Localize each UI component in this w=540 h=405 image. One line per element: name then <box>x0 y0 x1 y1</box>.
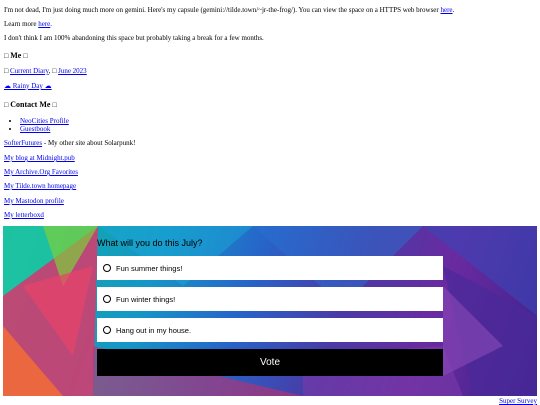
super-survey-link[interactable]: Super Survey <box>499 397 537 405</box>
link-row: My Tilde.town homepage <box>4 182 76 191</box>
survey-option-1[interactable]: Fun summer things! <box>97 256 443 280</box>
option-label: Fun summer things! <box>116 263 183 273</box>
survey-question: What will you do this July? <box>97 238 203 248</box>
rainy-day-paragraph: ☁ Rainy Day ☁ <box>4 82 52 91</box>
guestbook-link[interactable]: Guestbook <box>20 125 50 133</box>
radio-circle-icon[interactable] <box>103 326 111 334</box>
status-paragraph: I don't think I am 100% abandoning this … <box>4 34 264 42</box>
link-row: My letterboxd <box>4 211 44 220</box>
contact-heading-text: Contact Me <box>10 100 51 109</box>
learn-more-period: . <box>50 20 53 28</box>
box-icon: □ <box>23 52 28 60</box>
softer-futures-text: - My other site about Solarpunk! <box>42 139 136 147</box>
neocities-profile-link[interactable]: NeoCities Profile <box>20 117 69 125</box>
diary-links: □ Current Diary, □ June 2023 <box>4 67 87 76</box>
me-heading-text: Me <box>10 51 22 60</box>
link-row: My Archive.Org Favorites <box>4 168 78 177</box>
softer-futures-paragraph: SofterFutures - My other site about Sola… <box>4 139 135 148</box>
archive-org-link[interactable]: My Archive.Org Favorites <box>4 168 78 176</box>
option-label: Hang out in my house. <box>116 325 192 335</box>
box-icon: □ <box>52 101 57 109</box>
me-heading: □ Me □ <box>4 51 28 61</box>
survey-widget: What will you do this July? Fun summer t… <box>3 226 537 396</box>
mastodon-link[interactable]: My Mastodon profile <box>4 197 64 205</box>
list-item: Guestbook <box>20 125 69 133</box>
link-row: My Mastodon profile <box>4 197 64 206</box>
contact-heading: □ Contact Me □ <box>4 100 57 110</box>
rainy-day-link[interactable]: ☁ Rainy Day ☁ <box>4 82 52 90</box>
option-label: Fun winter things! <box>116 294 176 304</box>
box-icon: □ <box>4 101 9 109</box>
box-icon: □ <box>52 67 57 75</box>
survey-option-3[interactable]: Hang out in my house. <box>97 318 443 342</box>
box-icon: □ <box>4 52 9 60</box>
current-diary-link[interactable]: Current Diary <box>10 67 49 75</box>
box-icon: □ <box>4 67 9 75</box>
vote-button[interactable]: Vote <box>97 349 443 376</box>
intro-period: . <box>452 6 455 14</box>
survey-option-2[interactable]: Fun winter things! <box>97 287 443 311</box>
learn-more-link[interactable]: here <box>38 20 50 28</box>
list-item: NeoCities Profile <box>20 117 69 125</box>
letterboxd-link[interactable]: My letterboxd <box>4 211 44 219</box>
june-2023-link[interactable]: June 2023 <box>58 67 87 75</box>
tilde-town-link[interactable]: My Tilde.town homepage <box>4 182 76 190</box>
survey-credit: Super Survey <box>499 397 537 405</box>
intro-text: I'm not dead, I'm just doing much more o… <box>4 6 441 14</box>
contact-list: NeoCities Profile Guestbook <box>8 117 69 133</box>
radio-circle-icon[interactable] <box>103 295 111 303</box>
radio-circle-icon[interactable] <box>103 264 111 272</box>
learn-more-paragraph: Learn more here. <box>4 20 52 29</box>
learn-more-text: Learn more <box>4 20 39 28</box>
capsule-link[interactable]: here <box>440 6 452 14</box>
midnight-pub-link[interactable]: My blog at Midnight.pub <box>4 154 75 162</box>
intro-paragraph: I'm not dead, I'm just doing much more o… <box>4 6 454 15</box>
link-row: My blog at Midnight.pub <box>4 154 75 163</box>
softer-futures-link[interactable]: SofterFutures <box>4 139 42 147</box>
